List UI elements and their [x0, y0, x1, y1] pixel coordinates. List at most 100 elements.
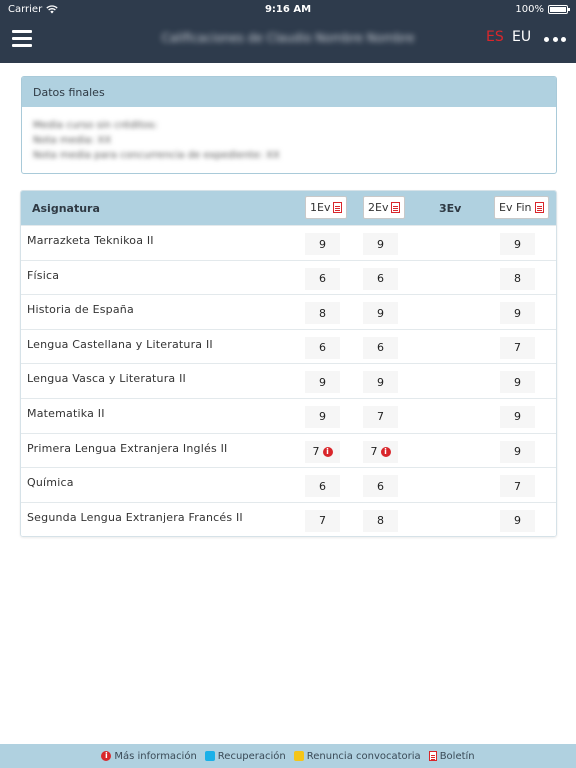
ev1-grade-value: 6	[319, 479, 326, 493]
legend-more-info-label: Más información	[114, 750, 197, 762]
ev2-grade: 6	[363, 267, 398, 290]
subject-name: Lengua Castellana y Literatura II	[27, 337, 213, 351]
evfin-grade: 9	[500, 371, 535, 394]
battery-status: 100%	[515, 3, 570, 15]
table-row[interactable]: Química 6 6 7	[21, 467, 556, 502]
final-data-line: Media curso sin créditos:	[33, 120, 158, 131]
table-row[interactable]: Marrazketa Teknikoa II 9 9 9	[21, 225, 556, 260]
legend-recovery: Recuperación	[204, 751, 286, 762]
evfin-grade: 9	[500, 302, 535, 325]
language-eu-link[interactable]: EU	[512, 29, 531, 45]
ev1-grade-value: 6	[319, 272, 326, 286]
ev3-column-header: 3Ev	[439, 202, 462, 215]
legend-bulletin-label: Boletín	[439, 750, 475, 762]
subject-name: Primera Lengua Extranjera Inglés II	[27, 441, 228, 455]
evfin-label: Ev Fin	[499, 201, 532, 214]
pdf-icon	[333, 202, 343, 213]
subject-name: Química	[27, 476, 74, 490]
legend-more-info: i Más información	[101, 750, 197, 762]
recovery-swatch	[204, 751, 215, 761]
info-icon[interactable]: i	[380, 446, 391, 457]
subject-name: Matematika II	[27, 406, 105, 420]
info-icon: i	[101, 751, 112, 761]
ev1-grade: 7	[305, 509, 340, 532]
legend-renounce: Renuncia convocatoria	[293, 750, 421, 762]
carrier-label: Carrier	[8, 3, 43, 15]
legend-renounce-label: Renuncia convocatoria	[306, 750, 421, 762]
ev1-grade: 6	[305, 336, 340, 359]
ev1-grade-value: 8	[319, 306, 326, 320]
info-icon[interactable]: i	[322, 446, 333, 457]
ev1-grade: 9	[305, 405, 340, 428]
ev1-grade-value: 9	[319, 375, 326, 389]
evfin-grade: 9	[500, 405, 535, 428]
evfin-grade-value: 7	[514, 341, 521, 355]
ev2-grade-value: 9	[377, 375, 384, 389]
evfin-bulletin-button[interactable]: Ev Fin	[494, 196, 549, 219]
table-row[interactable]: Lengua Castellana y Literatura II 6 6 7	[21, 328, 556, 364]
subject-name: Historia de España	[27, 303, 134, 317]
ev1-grade: 6	[305, 267, 340, 290]
evfin-grade-value: 7	[514, 479, 521, 493]
ev2-grade-value: 8	[377, 514, 384, 528]
evfin-grade: 9	[500, 440, 535, 463]
grades-table-body: Marrazketa Teknikoa II 9 9 9 Física 6 6 8 Histor…	[21, 225, 556, 537]
battery-percent: 100%	[515, 3, 544, 15]
ev2-grade: 6	[363, 336, 398, 359]
pdf-icon	[391, 202, 401, 213]
ev1-grade-value: 9	[319, 410, 326, 424]
evfin-grade-value: 9	[514, 445, 521, 459]
ev1-grade: 8	[305, 302, 340, 325]
ev2-label: 2Ev	[368, 201, 389, 214]
grades-table: Asignatura 1Ev 2Ev 3Ev Ev Fin Marrazketa…	[20, 190, 557, 538]
legend-footer: i Más información Recuperación Renuncia …	[0, 744, 576, 768]
ev1-bulletin-button[interactable]: 1Ev	[305, 196, 348, 219]
battery-icon	[548, 4, 570, 14]
ev1-label: 1Ev	[310, 201, 331, 214]
ev1-grade: 9	[305, 233, 340, 255]
final-data-card: Datos finales Media curso sin créditos: …	[21, 76, 557, 174]
ev2-grade-value: 9	[377, 306, 384, 320]
ev2-grade: 7i	[363, 440, 398, 463]
ev2-grade-value: 6	[377, 341, 384, 355]
renounce-swatch	[293, 751, 304, 761]
language-es-link[interactable]: ES	[486, 29, 504, 45]
more-options-icon[interactable]	[544, 37, 566, 43]
subject-name: Lengua Vasca y Literatura II	[27, 372, 186, 386]
top-navbar: Calificaciones de Claudio Nombre Nombre …	[0, 18, 576, 63]
status-bar: Carrier 9:16 AM 100%	[0, 0, 576, 18]
table-row[interactable]: Matematika II 9 7 9	[21, 397, 556, 433]
evfin-grade: 9	[500, 509, 535, 532]
ev1-grade-value: 7	[319, 514, 326, 528]
ev2-grade: 6	[363, 475, 398, 498]
ev2-grade-value: 6	[377, 479, 384, 493]
ev1-grade-value: 9	[319, 237, 326, 251]
ev2-grade-value: 7	[377, 410, 384, 424]
table-row[interactable]: Primera Lengua Extranjera Inglés II 7 i 7 i 9	[21, 432, 556, 468]
evfin-grade-value: 8	[514, 272, 521, 286]
table-row[interactable]: Historia de España 8 9 9	[21, 294, 556, 329]
ev1-grade-value: 6	[319, 341, 326, 355]
table-row[interactable]: Física 6 6 8	[21, 259, 556, 295]
ev2-grade: 9	[363, 371, 398, 394]
subject-name: Física	[27, 268, 60, 282]
final-data-header: Datos finales	[22, 77, 556, 107]
evfin-grade: 8	[500, 267, 535, 290]
subject-name: Marrazketa Teknikoa II	[27, 234, 154, 247]
ev1-grade-value: 7	[312, 445, 320, 459]
final-data-line: Nota media: XX	[33, 135, 112, 146]
final-data-body: Media curso sin créditos: Nota media: XX…	[22, 107, 556, 173]
evfin-grade-value: 9	[514, 410, 521, 424]
table-row[interactable]: Segunda Lengua Extranjera Francés II 7 8 9	[21, 501, 556, 537]
table-row[interactable]: Lengua Vasca y Literatura II 9 9 9	[21, 363, 556, 398]
evfin-grade: 9	[500, 233, 535, 255]
ev1-grade: 6	[305, 475, 340, 498]
page-title: Calificaciones de Claudio Nombre Nombre	[161, 31, 415, 45]
evfin-grade-value: 9	[514, 375, 521, 389]
carrier-info: Carrier	[8, 4, 208, 15]
ev2-bulletin-button[interactable]: 2Ev	[363, 196, 406, 219]
pdf-icon	[428, 751, 437, 761]
ev1-grade: 9	[305, 371, 340, 394]
legend-bulletin: Boletín	[428, 750, 475, 762]
menu-icon[interactable]	[12, 30, 32, 48]
